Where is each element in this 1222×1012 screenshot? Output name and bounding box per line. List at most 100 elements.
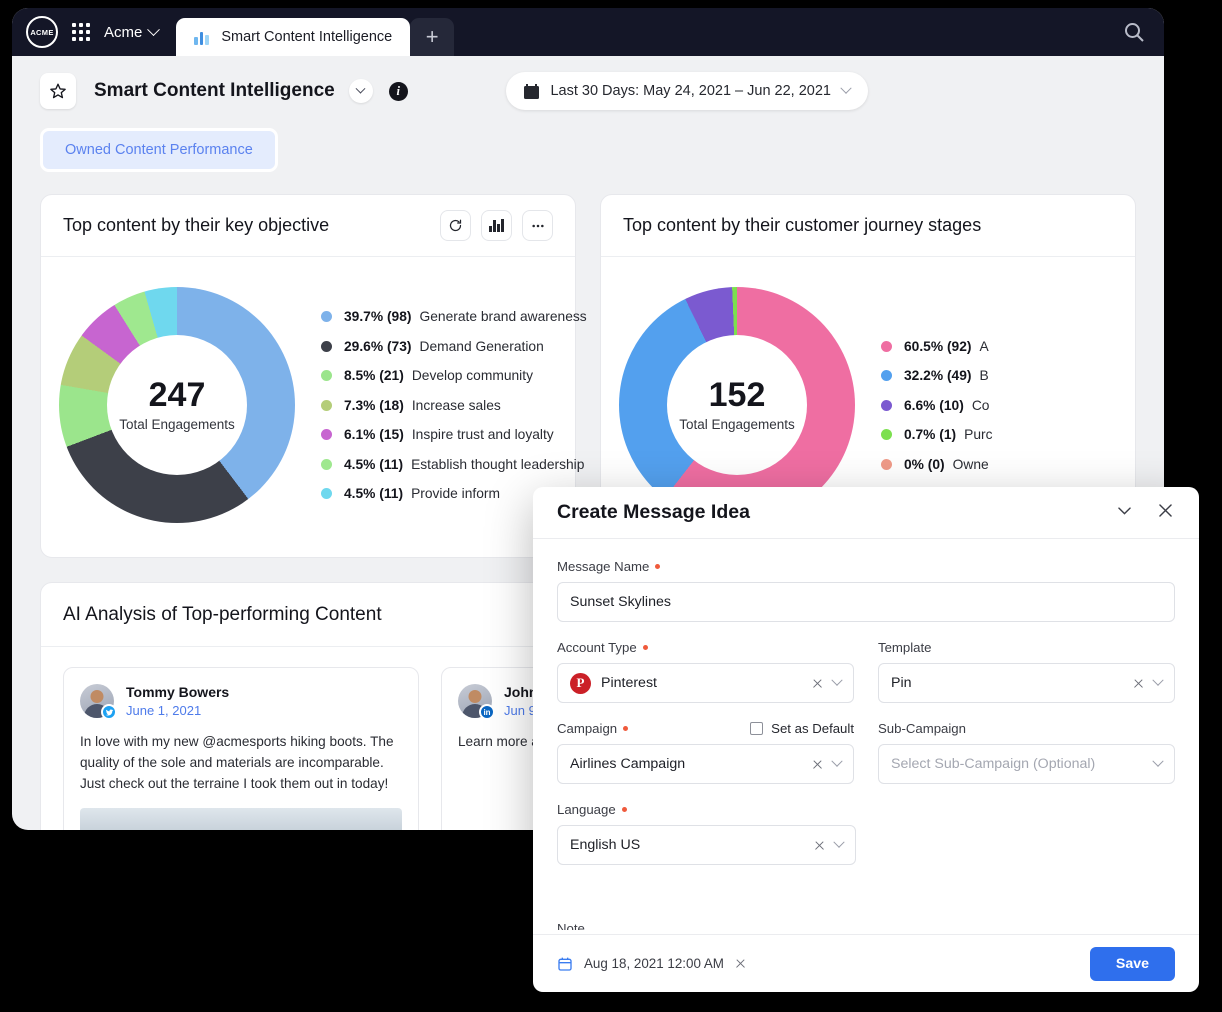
field-account-type: Account Type P Pinterest bbox=[557, 640, 854, 703]
legend-color-swatch bbox=[321, 458, 332, 470]
post-card[interactable]: Tommy Bowers June 1, 2021 In love with my … bbox=[63, 667, 419, 830]
legend-item[interactable]: 29.6% (73) Demand Generation bbox=[321, 339, 587, 354]
clear-icon[interactable] bbox=[735, 958, 746, 969]
template-select[interactable]: Pin bbox=[878, 663, 1175, 703]
legend-color-swatch bbox=[321, 340, 332, 352]
search-icon[interactable] bbox=[1122, 20, 1146, 44]
field-label: Message Name bbox=[557, 559, 1175, 574]
field-label: Language bbox=[557, 802, 856, 817]
donut-total-value: 152 bbox=[708, 375, 766, 414]
sub-campaign-label: Sub-Campaign bbox=[878, 721, 966, 736]
required-indicator bbox=[623, 726, 629, 731]
star-icon[interactable] bbox=[40, 73, 76, 109]
legend-value: 39.7% (98) bbox=[344, 309, 412, 324]
refresh-icon[interactable] bbox=[440, 210, 471, 241]
avatar-face bbox=[468, 690, 482, 703]
date-range-picker[interactable]: Last 30 Days: May 24, 2021 – Jun 22, 202… bbox=[506, 72, 868, 110]
legend-label: A bbox=[979, 338, 989, 354]
legend-value: 32.2% (49) bbox=[904, 368, 972, 383]
legend-item[interactable]: 4.5% (11) Establish thought leadership bbox=[321, 457, 587, 472]
org-switcher[interactable]: Acme bbox=[104, 22, 161, 41]
pinterest-icon: P bbox=[570, 672, 591, 694]
subtab-owned-content-performance[interactable]: Owned Content Performance bbox=[40, 128, 278, 172]
page-header-row: Smart Content Intelligence i Last 30 Day… bbox=[40, 72, 1136, 110]
legend-color-swatch bbox=[881, 458, 892, 470]
legend-item[interactable]: 32.2% (49) B bbox=[881, 368, 993, 383]
legend-item[interactable]: 8.5% (21) Develop community bbox=[321, 368, 587, 383]
language-label: Language bbox=[557, 802, 616, 817]
avatar bbox=[80, 684, 117, 720]
subtab-bar: Owned Content Performance bbox=[40, 128, 1136, 172]
legend-item[interactable]: 0.7% (1) Purc bbox=[881, 427, 993, 442]
legend-color-swatch bbox=[321, 488, 332, 499]
card-title: AI Analysis of Top-performing Content bbox=[63, 603, 382, 625]
close-icon[interactable] bbox=[1156, 501, 1175, 525]
save-button[interactable]: Save bbox=[1089, 946, 1175, 981]
bar-chart-icon bbox=[194, 30, 211, 45]
card-title: Top content by their customer journey st… bbox=[623, 215, 982, 235]
modal-body: Message Name Sunset Skylines Account Typ… bbox=[533, 539, 1199, 934]
schedule-date-label: Aug 18, 2021 12:00 AM bbox=[584, 956, 724, 971]
new-tab-button[interactable]: + bbox=[410, 18, 455, 56]
chart-legend: 39.7% (98) Generate brand awareness 29.6% … bbox=[321, 309, 587, 501]
legend-item[interactable]: 0% (0) Owne bbox=[881, 457, 993, 472]
campaign-label: Campaign bbox=[557, 721, 618, 736]
legend-label: Increase sales bbox=[411, 397, 501, 413]
legend-value: 0.7% (1) bbox=[904, 427, 957, 442]
sub-campaign-select[interactable]: Select Sub-Campaign (Optional) bbox=[878, 744, 1175, 784]
message-name-input[interactable]: Sunset Skylines bbox=[557, 582, 1175, 622]
bars-glyph bbox=[489, 219, 504, 232]
bar-chart-icon[interactable] bbox=[481, 210, 512, 241]
legend-label: Co bbox=[971, 397, 990, 413]
set-as-default-label: Set as Default bbox=[771, 721, 854, 736]
account-type-label: Account Type bbox=[557, 640, 637, 655]
modal-header-actions bbox=[1115, 501, 1175, 525]
legend-label: Demand Generation bbox=[419, 338, 544, 354]
schedule-date[interactable]: Aug 18, 2021 12:00 AM bbox=[557, 956, 746, 972]
chevron-down-icon[interactable] bbox=[1115, 501, 1134, 525]
card-header: Top content by their key objective bbox=[41, 195, 575, 257]
chevron-down-icon bbox=[831, 674, 843, 686]
legend-value: 4.5% (11) bbox=[344, 456, 404, 472]
field-label: Sub-Campaign bbox=[878, 721, 1175, 736]
acme-logo[interactable]: ACME bbox=[26, 16, 58, 48]
account-type-select[interactable]: P Pinterest bbox=[557, 663, 854, 703]
legend-item[interactable]: 39.7% (98) Generate brand awareness bbox=[321, 309, 587, 324]
set-as-default-checkbox[interactable]: Set as Default bbox=[750, 721, 854, 736]
legend-value: 8.5% (21) bbox=[344, 368, 404, 383]
clear-icon[interactable] bbox=[812, 678, 823, 689]
chevron-down-icon bbox=[833, 836, 845, 848]
chevron-down-icon bbox=[831, 755, 843, 767]
field-template: Template Pin bbox=[878, 640, 1175, 703]
more-options-icon[interactable] bbox=[522, 210, 553, 241]
legend-item[interactable]: 60.5% (92) A bbox=[881, 339, 993, 354]
clear-icon[interactable] bbox=[1133, 678, 1144, 689]
calendar-icon bbox=[524, 83, 540, 99]
page-title-chevron-down-icon[interactable] bbox=[348, 79, 373, 103]
legend-label: Provide inform bbox=[411, 486, 501, 501]
language-select[interactable]: English US bbox=[557, 825, 856, 865]
avatar: in bbox=[458, 684, 495, 720]
clear-icon[interactable] bbox=[814, 840, 825, 851]
legend-color-swatch bbox=[321, 370, 332, 381]
chevron-down-icon bbox=[1152, 755, 1164, 767]
legend-item[interactable]: 6.1% (15) Inspire trust and loyalty bbox=[321, 427, 587, 442]
info-icon[interactable]: i bbox=[388, 81, 408, 101]
chevron-down-glyph bbox=[355, 83, 366, 94]
date-range-label: Last 30 Days: May 24, 2021 – Jun 22, 202… bbox=[550, 83, 831, 99]
chevron-down-icon bbox=[147, 22, 161, 36]
top-navigation-bar: ACME Acme Smart Content Intelligence + bbox=[12, 8, 1164, 56]
legend-label: Purc bbox=[964, 427, 993, 442]
donut-total-label: Total Engagements bbox=[679, 417, 795, 433]
clear-icon[interactable] bbox=[812, 759, 823, 770]
legend-item[interactable]: 6.6% (10) Co bbox=[881, 398, 993, 413]
campaign-select[interactable]: Airlines Campaign bbox=[557, 744, 854, 784]
tab-smart-content-intelligence[interactable]: Smart Content Intelligence bbox=[176, 18, 411, 56]
legend-label: Develop community bbox=[411, 368, 533, 383]
legend-color-swatch bbox=[321, 311, 332, 322]
app-grid-icon[interactable] bbox=[72, 23, 90, 41]
legend-item[interactable]: 7.3% (18) Increase sales bbox=[321, 398, 587, 413]
field-campaign: Campaign Set as Default Airlines Campaig… bbox=[557, 721, 854, 784]
chevron-down-icon bbox=[840, 82, 852, 94]
legend-label: Generate brand awareness bbox=[419, 309, 587, 324]
